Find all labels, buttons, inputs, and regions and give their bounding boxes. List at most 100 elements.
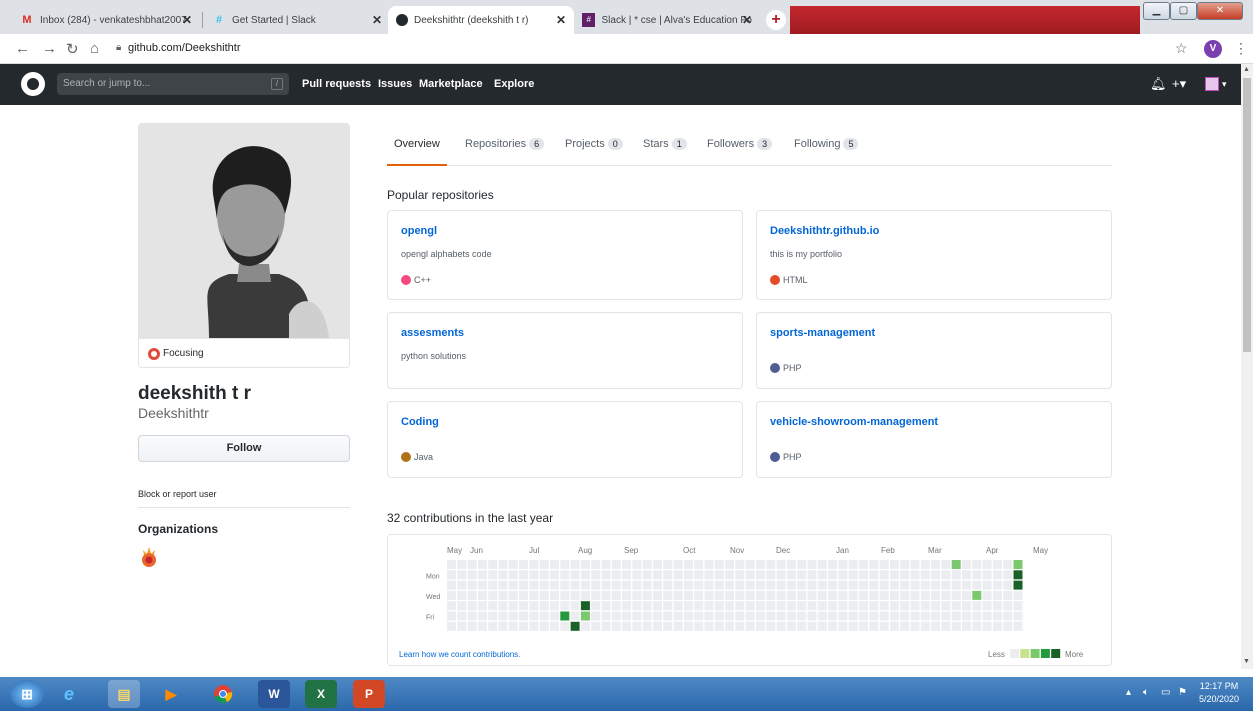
contribution-day[interactable] (848, 601, 858, 611)
contribution-day[interactable] (632, 590, 642, 600)
contribution-day[interactable] (756, 560, 765, 569)
contribution-day[interactable] (838, 601, 848, 611)
contribution-day[interactable] (457, 560, 467, 569)
contribution-day[interactable] (467, 570, 477, 580)
contribution-day[interactable] (962, 570, 971, 580)
contribution-day[interactable] (539, 611, 549, 621)
repo-name-link[interactable]: assesments (401, 327, 464, 339)
contribution-day[interactable] (447, 570, 456, 580)
contribution-day[interactable] (962, 621, 971, 631)
nav-pull-requests[interactable]: Pull requests (302, 78, 371, 90)
contribution-day[interactable] (447, 601, 456, 611)
contribution-day[interactable] (508, 621, 518, 631)
contribution-day[interactable] (920, 570, 930, 580)
contribution-day[interactable] (622, 570, 632, 580)
contribution-day[interactable] (869, 611, 879, 621)
contribution-day[interactable] (807, 580, 817, 590)
contribution-day[interactable] (786, 601, 796, 611)
contribution-day[interactable] (889, 570, 899, 580)
contribution-day[interactable] (580, 570, 590, 580)
contribution-day[interactable] (570, 611, 580, 621)
contribution-day[interactable] (992, 621, 1002, 631)
contribution-day[interactable] (982, 601, 992, 611)
tab-following[interactable]: Following 5 (794, 138, 859, 150)
contribution-day[interactable] (1003, 580, 1013, 590)
contribution-day[interactable] (931, 580, 941, 590)
scroll-up-icon[interactable]: ▲ (1243, 66, 1250, 73)
contribution-day[interactable] (1003, 570, 1013, 580)
contribution-day[interactable] (529, 570, 539, 580)
contribution-day[interactable] (498, 590, 508, 600)
contribution-day[interactable] (498, 580, 508, 590)
contribution-day[interactable] (735, 580, 745, 590)
contribution-day[interactable] (704, 580, 714, 590)
contribution-day[interactable] (622, 590, 632, 600)
contribution-day[interactable] (519, 621, 529, 631)
contribution-day[interactable] (447, 560, 456, 569)
contribution-day[interactable] (632, 580, 642, 590)
contribution-day[interactable] (714, 580, 724, 590)
contribution-day[interactable] (859, 560, 868, 569)
contribution-day[interactable] (570, 621, 580, 631)
contribution-day[interactable] (766, 570, 776, 580)
contribution-day[interactable] (457, 611, 467, 621)
contribution-day[interactable] (447, 580, 456, 590)
contribution-day[interactable] (653, 590, 662, 600)
contribution-day[interactable] (570, 560, 580, 569)
contribution-day[interactable] (828, 601, 838, 611)
contribution-day[interactable] (920, 621, 930, 631)
contribution-day[interactable] (1003, 611, 1013, 621)
contribution-day[interactable] (879, 570, 889, 580)
contribution-day[interactable] (508, 590, 518, 600)
github-logo-icon[interactable] (21, 72, 45, 96)
contribution-day[interactable] (817, 590, 827, 600)
contribution-day[interactable] (776, 560, 786, 569)
contribution-day[interactable] (725, 601, 735, 611)
contribution-day[interactable] (622, 601, 632, 611)
contribution-day[interactable] (920, 611, 930, 621)
contribution-day[interactable] (508, 611, 518, 621)
contribution-day[interactable] (725, 590, 735, 600)
menu-dots-icon[interactable]: ⋮ (1234, 40, 1248, 57)
contribution-day[interactable] (580, 560, 590, 569)
contribution-day[interactable] (828, 560, 838, 569)
contribution-day[interactable] (982, 590, 992, 600)
contribution-day[interactable] (683, 601, 693, 611)
contribution-day[interactable] (498, 601, 508, 611)
contribution-day[interactable] (580, 621, 590, 631)
contribution-day[interactable] (879, 601, 889, 611)
close-window-button[interactable]: ✕ (1197, 2, 1243, 20)
contribution-day[interactable] (735, 621, 745, 631)
contribution-day[interactable] (962, 611, 971, 621)
contribution-day[interactable] (632, 611, 642, 621)
contribution-day[interactable] (477, 560, 487, 569)
contribution-day[interactable] (879, 621, 889, 631)
contribution-day[interactable] (992, 611, 1002, 621)
contribution-day[interactable] (951, 611, 961, 621)
contribution-day[interactable] (941, 580, 951, 590)
contribution-day[interactable] (838, 611, 848, 621)
contribution-day[interactable] (1013, 560, 1023, 569)
contribution-day[interactable] (951, 560, 961, 569)
contribution-day[interactable] (766, 590, 776, 600)
repo-name-link[interactable]: sports-management (770, 327, 875, 339)
contribution-day[interactable] (673, 570, 683, 580)
scrollbar-thumb[interactable] (1243, 78, 1251, 352)
contribution-day[interactable] (859, 621, 868, 631)
contribution-day[interactable] (539, 621, 549, 631)
contribution-day[interactable] (725, 560, 735, 569)
contribution-day[interactable] (632, 560, 642, 569)
contribution-day[interactable] (447, 611, 456, 621)
contribution-day[interactable] (941, 611, 951, 621)
contribution-day[interactable] (694, 570, 704, 580)
contribution-day[interactable] (519, 570, 529, 580)
contribution-day[interactable] (992, 580, 1002, 590)
tab-overview[interactable]: Overview (394, 138, 440, 150)
contribution-day[interactable] (889, 580, 899, 590)
contribution-day[interactable] (910, 570, 920, 580)
contribution-day[interactable] (591, 590, 601, 600)
contribution-day[interactable] (519, 560, 529, 569)
contribution-day[interactable] (879, 580, 889, 590)
contribution-day[interactable] (869, 621, 879, 631)
contribution-day[interactable] (714, 590, 724, 600)
